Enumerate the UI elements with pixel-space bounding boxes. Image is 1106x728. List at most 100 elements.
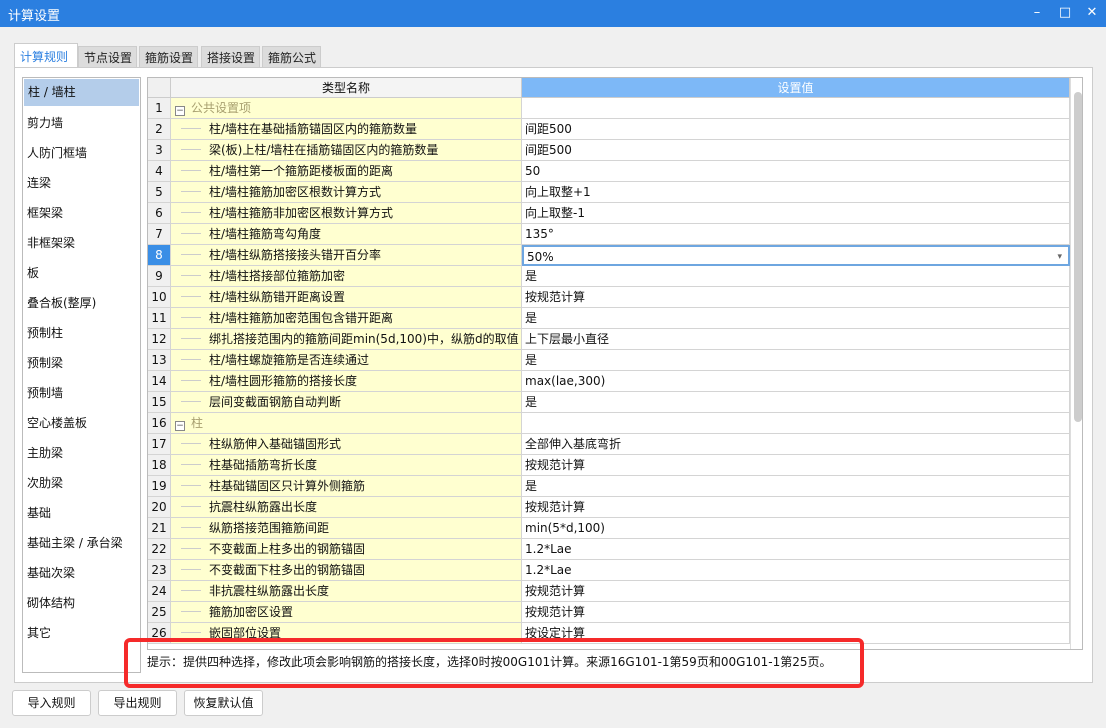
table-row[interactable]: 4 柱/墙柱第一个箍筋距楼板面的距离 50 — [148, 161, 1070, 182]
sidebar-item[interactable]: 连梁 — [23, 168, 140, 198]
table-row[interactable]: 6 柱/墙柱箍筋非加密区根数计算方式 向上取整-1 — [148, 203, 1070, 224]
setting-value-cell[interactable]: 按设定计算 — [522, 623, 1070, 644]
sidebar-item[interactable]: 柱 / 墙柱 — [24, 79, 139, 106]
sidebar-item[interactable]: 预制墙 — [23, 378, 140, 408]
setting-value-cell[interactable] — [522, 413, 1070, 434]
setting-value-cell[interactable]: 按规范计算 — [522, 455, 1070, 476]
tree-line — [181, 190, 201, 192]
sidebar-item[interactable]: 板 — [23, 258, 140, 288]
setting-value-cell[interactable]: 间距500 — [522, 119, 1070, 140]
setting-value-cell[interactable]: 间距500 — [522, 140, 1070, 161]
sidebar-item[interactable]: 其它 — [23, 618, 140, 648]
row-number: 17 — [148, 434, 171, 455]
table-row[interactable]: 26 嵌固部位设置 按设定计算 — [148, 623, 1070, 644]
table-row[interactable]: 5 柱/墙柱箍筋加密区根数计算方式 向上取整+1 — [148, 182, 1070, 203]
table-row[interactable]: 17 柱纵筋伸入基础锚固形式 全部伸入基底弯折 — [148, 434, 1070, 455]
table-row[interactable]: 13 柱/墙柱螺旋箍筋是否连续通过 是 — [148, 350, 1070, 371]
maximize-icon[interactable]: □ — [1055, 3, 1075, 23]
setting-value-cell[interactable]: 按规范计算 — [522, 497, 1070, 518]
table-row[interactable]: 18 柱基础插筋弯折长度 按规范计算 — [148, 455, 1070, 476]
collapse-icon[interactable]: − — [175, 106, 185, 116]
table-row[interactable]: 21 纵筋搭接范围箍筋间距 min(5*d,100) — [148, 518, 1070, 539]
setting-value-cell[interactable]: 50 — [522, 161, 1070, 182]
table-row[interactable]: 8 柱/墙柱纵筋搭接接头错开百分率 50% ▾ — [148, 245, 1070, 266]
table-row[interactable]: 7 柱/墙柱箍筋弯勾角度 135° — [148, 224, 1070, 245]
scrollbar-thumb[interactable] — [1074, 92, 1082, 422]
setting-value-cell[interactable]: 是 — [522, 308, 1070, 329]
setting-value-cell[interactable]: max(lae,300) — [522, 371, 1070, 392]
table-row[interactable]: 14 柱/墙柱圆形箍筋的搭接长度 max(lae,300) — [148, 371, 1070, 392]
export-rules-button[interactable]: 导出规则 — [98, 690, 177, 716]
table-row[interactable]: 25 箍筋加密区设置 按规范计算 — [148, 602, 1070, 623]
sidebar-item[interactable]: 预制梁 — [23, 348, 140, 378]
restore-defaults-button[interactable]: 恢复默认值 — [184, 690, 263, 716]
setting-value-cell[interactable]: 向上取整-1 — [522, 203, 1070, 224]
setting-value-cell[interactable]: 135° — [522, 224, 1070, 245]
table-row[interactable]: 22 不变截面上柱多出的钢筋锚固 1.2*Lae — [148, 539, 1070, 560]
tab-node-settings[interactable]: 节点设置 — [78, 46, 137, 67]
setting-value-cell[interactable]: 按规范计算 — [522, 581, 1070, 602]
table-row[interactable]: 11 柱/墙柱箍筋加密范围包含错开距离 是 — [148, 308, 1070, 329]
tab-stirrup-formula[interactable]: 箍筋公式 — [262, 46, 321, 67]
sidebar-item[interactable]: 叠合板(整厚) — [23, 288, 140, 318]
setting-value-cell[interactable]: 全部伸入基底弯折 — [522, 434, 1070, 455]
setting-name: 柱 — [191, 416, 204, 430]
sidebar-item[interactable]: 基础 — [23, 498, 140, 528]
setting-value-cell[interactable] — [522, 98, 1070, 119]
tab-lap-settings[interactable]: 搭接设置 — [201, 46, 260, 67]
close-icon[interactable]: ✕ — [1082, 3, 1102, 23]
setting-value-cell[interactable]: min(5*d,100) — [522, 518, 1070, 539]
sidebar-item[interactable]: 基础主梁 / 承台梁 — [23, 528, 140, 558]
table-row[interactable]: 20 抗震柱纵筋露出长度 按规范计算 — [148, 497, 1070, 518]
setting-value-cell[interactable]: 按规范计算 — [522, 602, 1070, 623]
table-row[interactable]: 10 柱/墙柱纵筋错开距离设置 按规范计算 — [148, 287, 1070, 308]
setting-value-cell[interactable]: 上下层最小直径 — [522, 329, 1070, 350]
setting-value-cell[interactable]: 按规范计算 — [522, 287, 1070, 308]
setting-value-cell[interactable]: 是 — [522, 266, 1070, 287]
tab-calc-rules[interactable]: 计算规则 — [14, 43, 78, 68]
sidebar-item[interactable]: 主肋梁 — [23, 438, 140, 468]
table-row[interactable]: 1− 公共设置项 — [148, 98, 1070, 119]
sidebar-item[interactable]: 基础次梁 — [23, 558, 140, 588]
table-row[interactable]: 15 层间变截面钢筋自动判断 是 — [148, 392, 1070, 413]
row-number: 24 — [148, 581, 171, 602]
column-header-name[interactable]: 类型名称 — [171, 78, 522, 98]
row-number: 25 — [148, 602, 171, 623]
setting-value: 1.2*Lae — [525, 563, 572, 577]
setting-value: 按规范计算 — [525, 458, 586, 472]
minimize-icon[interactable]: – — [1027, 3, 1047, 23]
sidebar-item[interactable]: 非框架梁 — [23, 228, 140, 258]
setting-value-cell[interactable]: 1.2*Lae — [522, 539, 1070, 560]
setting-value: 按规范计算 — [525, 605, 586, 619]
collapse-icon[interactable]: − — [175, 421, 185, 431]
setting-value-dropdown[interactable]: 50% ▾ — [522, 245, 1070, 266]
table-row[interactable]: 19 柱基础锚固区只计算外侧箍筋 是 — [148, 476, 1070, 497]
setting-value-cell[interactable]: 是 — [522, 392, 1070, 413]
table-row[interactable]: 23 不变截面下柱多出的钢筋锚固 1.2*Lae — [148, 560, 1070, 581]
tree-line — [181, 274, 201, 276]
setting-value-cell[interactable]: 1.2*Lae — [522, 560, 1070, 581]
table-row[interactable]: 12 绑扎搭接范围内的箍筋间距min(5d,100)中，纵筋d的取值 上下层最小直径 — [148, 329, 1070, 350]
table-row[interactable]: 3 梁(板)上柱/墙柱在插筋锚固区内的箍筋数量 间距500 — [148, 140, 1070, 161]
vertical-scrollbar[interactable] — [1070, 78, 1082, 649]
column-header-value[interactable]: 设置值 — [522, 78, 1070, 98]
sidebar-item[interactable]: 空心楼盖板 — [23, 408, 140, 438]
table-row[interactable]: 2 柱/墙柱在基础插筋锚固区内的箍筋数量 间距500 — [148, 119, 1070, 140]
table-row[interactable]: 9 柱/墙柱搭接部位箍筋加密 是 — [148, 266, 1070, 287]
tab-stirrup-settings[interactable]: 箍筋设置 — [139, 46, 198, 67]
setting-value-cell[interactable]: 向上取整+1 — [522, 182, 1070, 203]
sidebar-item[interactable]: 框架梁 — [23, 198, 140, 228]
sidebar-item[interactable]: 砌体结构 — [23, 588, 140, 618]
setting-value-cell[interactable]: 是 — [522, 350, 1070, 371]
dropdown-arrow-icon[interactable]: ▾ — [1057, 247, 1062, 264]
import-rules-button[interactable]: 导入规则 — [12, 690, 91, 716]
tree-line — [181, 253, 201, 255]
sidebar-item[interactable]: 次肋梁 — [23, 468, 140, 498]
sidebar-item[interactable]: 预制柱 — [23, 318, 140, 348]
setting-value-cell[interactable]: 是 — [522, 476, 1070, 497]
table-row[interactable]: 16− 柱 — [148, 413, 1070, 434]
sidebar-item[interactable]: 人防门框墙 — [23, 138, 140, 168]
row-number: 3 — [148, 140, 171, 161]
sidebar-item[interactable]: 剪力墙 — [23, 108, 140, 138]
table-row[interactable]: 24 非抗震柱纵筋露出长度 按规范计算 — [148, 581, 1070, 602]
